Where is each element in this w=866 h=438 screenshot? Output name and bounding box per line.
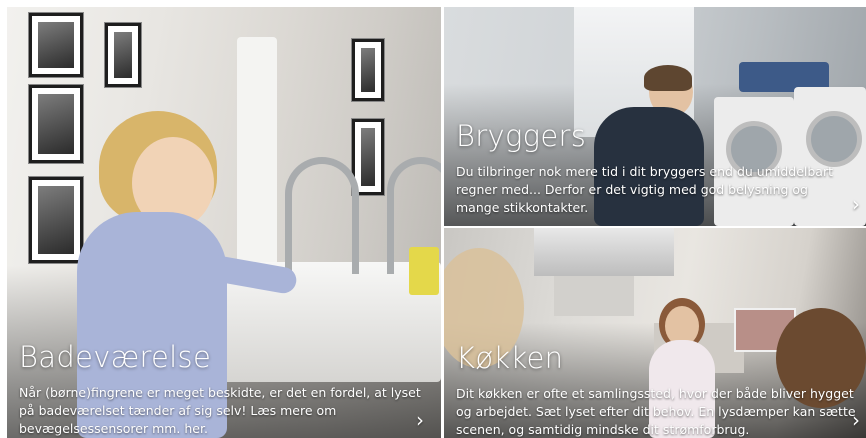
tile-description: Du tilbringer nok mere tid i dit brygger…	[456, 164, 834, 215]
tile-title: Køkken	[456, 341, 564, 375]
tile-badevaerelse[interactable]: Badeværelse Når (børne)fingrene er meget…	[7, 7, 441, 438]
chevron-right-icon[interactable]: ›	[852, 410, 860, 430]
chevron-right-icon[interactable]: ›	[852, 194, 860, 214]
tile-title: Badeværelse	[19, 340, 212, 374]
chevron-right-icon[interactable]: ›	[416, 410, 424, 430]
tile-kokken[interactable]: Køkken Dit køkken er ofte et samlingsste…	[444, 228, 866, 438]
tile-description: Dit køkken er ofte et samlingssted, hvor…	[456, 386, 856, 437]
tile-bryggers[interactable]: Bryggers Du tilbringer nok mere tid i di…	[444, 7, 866, 226]
tile-title: Bryggers	[456, 119, 587, 153]
tile-description: Når (børne)fingrene er meget beskidte, e…	[19, 385, 421, 436]
